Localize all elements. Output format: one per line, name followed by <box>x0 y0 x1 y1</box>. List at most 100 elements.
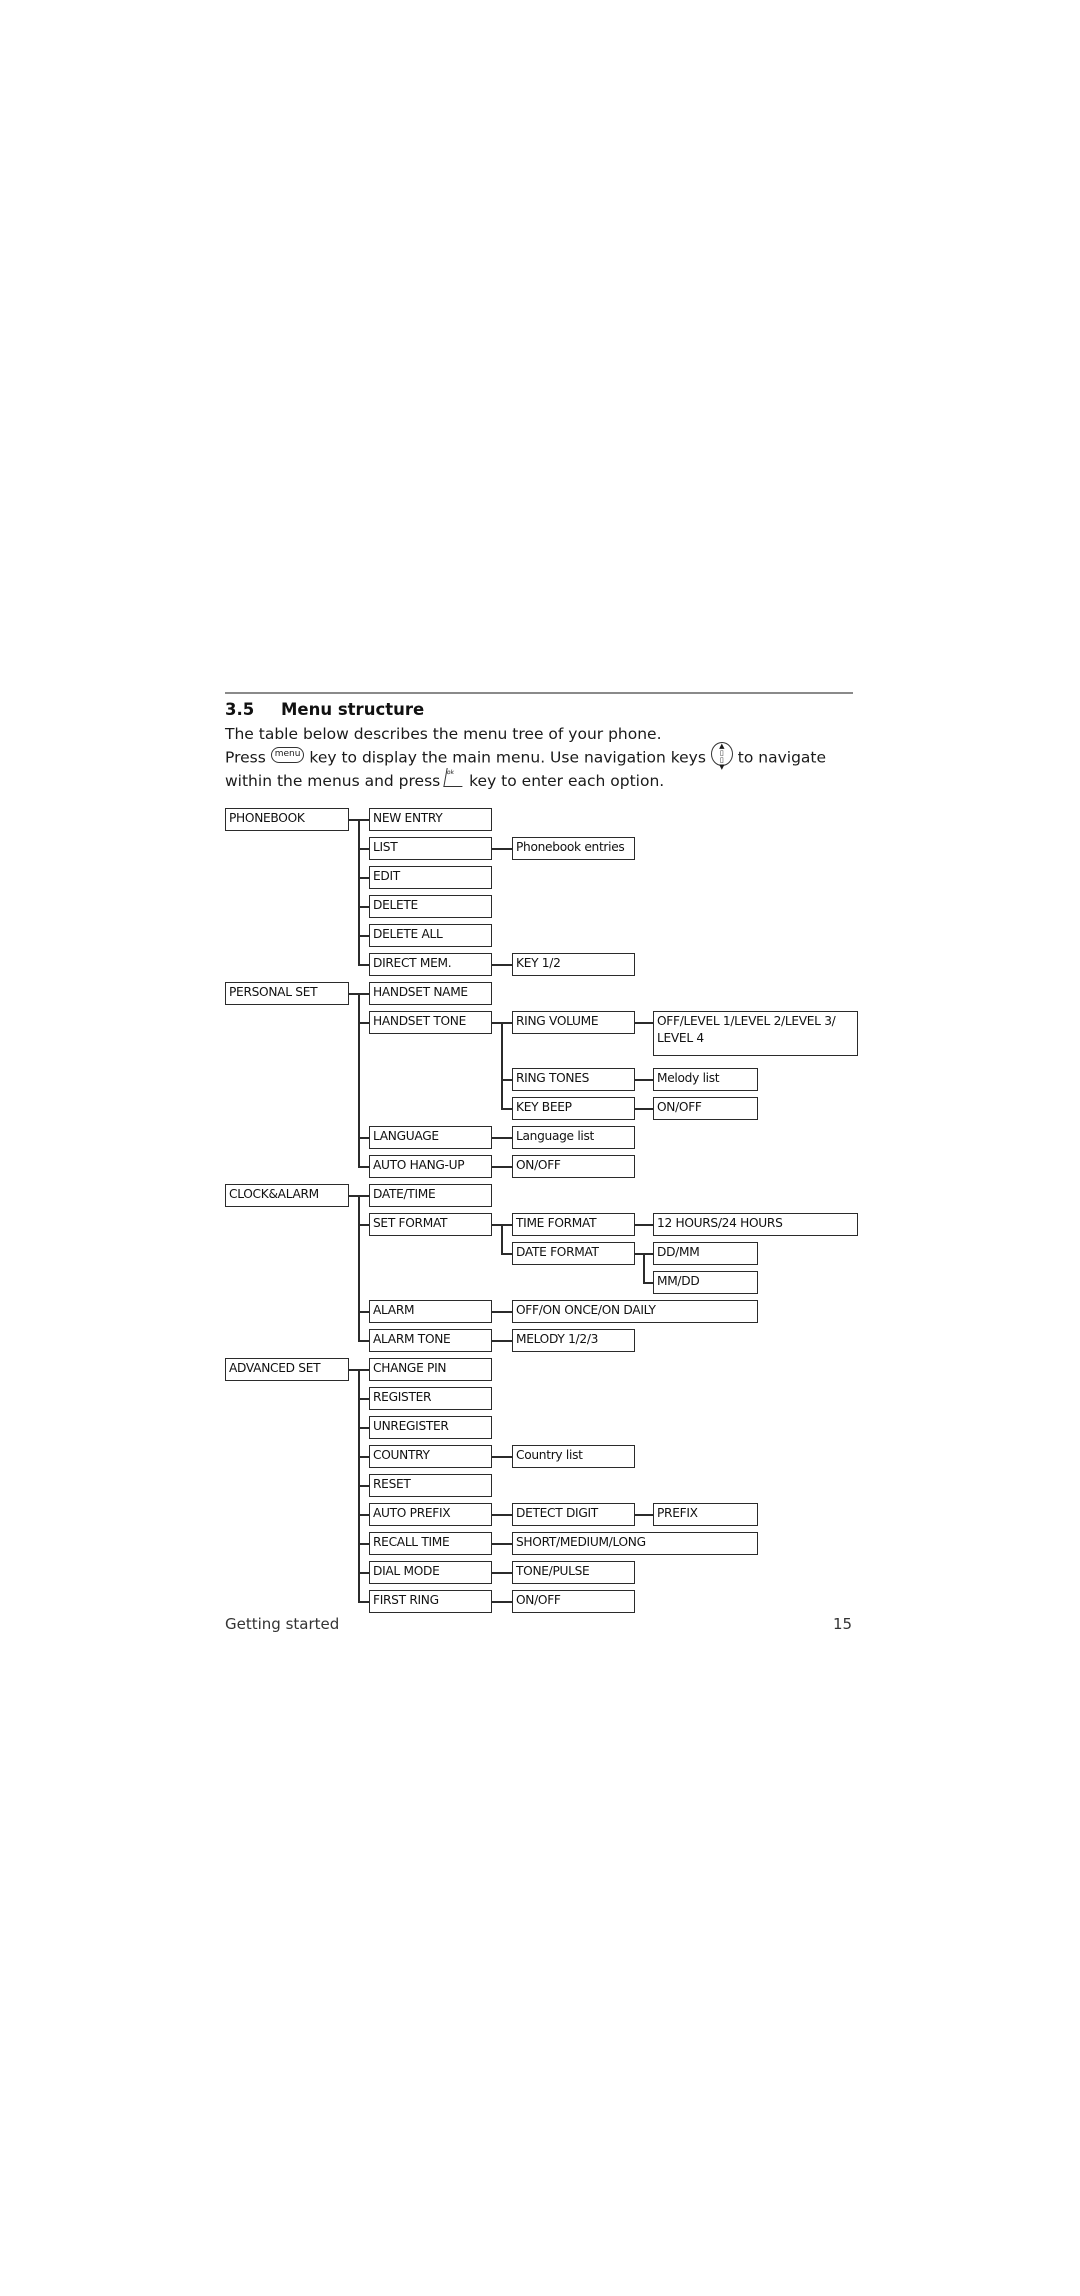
connector-line <box>358 848 369 850</box>
menu-node-level-2: RECALL TIME <box>369 1532 492 1555</box>
menu-node-level-2: SET FORMAT <box>369 1213 492 1236</box>
connector-line <box>501 1108 512 1110</box>
menu-node-level-2: DATE/TIME <box>369 1184 492 1207</box>
connector-line <box>358 1195 360 1341</box>
menu-node-level-2: DIRECT MEM. <box>369 953 492 976</box>
connector-line <box>358 1022 369 1024</box>
connector-line <box>358 1572 369 1574</box>
menu-node-level-2: ALARM <box>369 1300 492 1323</box>
menu-node-level-2: UNREGISTER <box>369 1416 492 1439</box>
menu-node-level-4: DD/MM <box>653 1242 758 1265</box>
menu-node-level-2: CHANGE PIN <box>369 1358 492 1381</box>
menu-node-level-3: Country list <box>512 1445 635 1468</box>
connector-line <box>358 935 369 937</box>
menu-node-level-2: EDIT <box>369 866 492 889</box>
menu-node-level-2: NEW ENTRY <box>369 808 492 831</box>
menu-node-level-4: OFF/LEVEL 1/LEVEL 2/LEVEL 3/ LEVEL 4 <box>653 1011 858 1056</box>
menu-node-level-1: PHONEBOOK <box>225 808 349 831</box>
connector-line <box>501 848 503 849</box>
menu-node-level-2: REGISTER <box>369 1387 492 1410</box>
menu-node-level-3: RING TONES <box>512 1068 635 1091</box>
connector-line <box>501 1079 512 1081</box>
footer-page-number: 15 <box>833 1615 853 1633</box>
menu-node-level-2: AUTO HANG-UP <box>369 1155 492 1178</box>
menu-node-level-3: TIME FORMAT <box>512 1213 635 1236</box>
connector-line <box>501 1311 503 1312</box>
menu-node-level-2: COUNTRY <box>369 1445 492 1468</box>
connector-line <box>358 877 369 879</box>
menu-node-level-2: HANDSET TONE <box>369 1011 492 1034</box>
menu-node-level-2: LIST <box>369 837 492 860</box>
menu-node-level-3: DATE FORMAT <box>512 1242 635 1265</box>
menu-node-level-2: DELETE ALL <box>369 924 492 947</box>
connector-line <box>358 819 360 965</box>
connector-line <box>501 1166 503 1167</box>
connector-line <box>358 1311 369 1313</box>
menu-node-level-4: PREFIX <box>653 1503 758 1526</box>
connector-line <box>358 1427 369 1429</box>
connector-line <box>501 964 512 966</box>
connector-line <box>501 1601 512 1603</box>
connector-line <box>358 1224 369 1226</box>
connector-line <box>501 1137 503 1138</box>
connector-line <box>501 1456 512 1458</box>
connector-line <box>358 1166 369 1168</box>
connector-line <box>358 993 360 1167</box>
menu-node-level-2: RESET <box>369 1474 492 1497</box>
menu-node-level-3: MELODY 1/2/3 <box>512 1329 635 1352</box>
footer-section-name: Getting started <box>225 1615 340 1633</box>
connector-line <box>501 964 503 965</box>
menu-node-level-3: Language list <box>512 1126 635 1149</box>
menu-node-level-4: ON/OFF <box>653 1097 758 1120</box>
connector-line <box>358 819 369 821</box>
menu-node-level-2: DIAL MODE <box>369 1561 492 1584</box>
connector-line <box>643 1514 645 1515</box>
menu-node-level-1: PERSONAL SET <box>225 982 349 1005</box>
menu-node-level-3: DETECT DIGIT <box>512 1503 635 1526</box>
menu-node-level-2: HANDSET NAME <box>369 982 492 1005</box>
menu-node-level-1: ADVANCED SET <box>225 1358 349 1381</box>
connector-line <box>358 993 369 995</box>
connector-line <box>358 1514 369 1516</box>
connector-line <box>501 1022 512 1024</box>
menu-node-level-3: RING VOLUME <box>512 1011 635 1034</box>
menu-node-level-4: MM/DD <box>653 1271 758 1294</box>
connector-line <box>358 906 369 908</box>
connector-line <box>501 1311 512 1313</box>
connector-line <box>501 1340 512 1342</box>
connector-line <box>501 1456 503 1457</box>
connector-line <box>643 1108 645 1109</box>
connector-line <box>643 1253 645 1283</box>
connector-line <box>358 1137 369 1139</box>
menu-node-level-2: DELETE <box>369 895 492 918</box>
menu-node-level-3: TONE/PULSE <box>512 1561 635 1584</box>
connector-line <box>358 1340 369 1342</box>
menu-node-level-3: ON/OFF <box>512 1590 635 1613</box>
connector-line <box>358 964 369 966</box>
connector-line <box>501 1601 503 1602</box>
connector-line <box>358 1456 369 1458</box>
connector-line <box>501 1340 503 1341</box>
menu-node-level-2: LANGUAGE <box>369 1126 492 1149</box>
menu-node-level-2: FIRST RING <box>369 1590 492 1613</box>
menu-node-level-2: ALARM TONE <box>369 1329 492 1352</box>
menu-node-level-4: Melody list <box>653 1068 758 1091</box>
menu-node-level-3: Phonebook entries <box>512 837 635 860</box>
connector-line <box>643 1022 645 1023</box>
menu-node-level-3: ON/OFF <box>512 1155 635 1178</box>
menu-node-level-3: SHORT/MEDIUM/LONG <box>512 1532 758 1555</box>
connector-line <box>501 1224 503 1254</box>
menu-tree-diagram: PHONEBOOK NEW ENTRY LIST Phonebook entries E… <box>0 0 1080 2296</box>
connector-line <box>501 848 512 850</box>
connector-line <box>501 1543 503 1544</box>
connector-line <box>358 1195 369 1197</box>
menu-node-level-1: CLOCK&ALARM <box>225 1184 349 1207</box>
menu-node-level-3: KEY BEEP <box>512 1097 635 1120</box>
connector-line <box>358 1543 369 1545</box>
menu-node-level-3: KEY 1/2 <box>512 953 635 976</box>
connector-line <box>643 1224 645 1225</box>
connector-line <box>643 1079 645 1080</box>
menu-node-level-2: AUTO PREFIX <box>369 1503 492 1526</box>
connector-line <box>501 1137 512 1139</box>
connector-line <box>501 1022 503 1109</box>
